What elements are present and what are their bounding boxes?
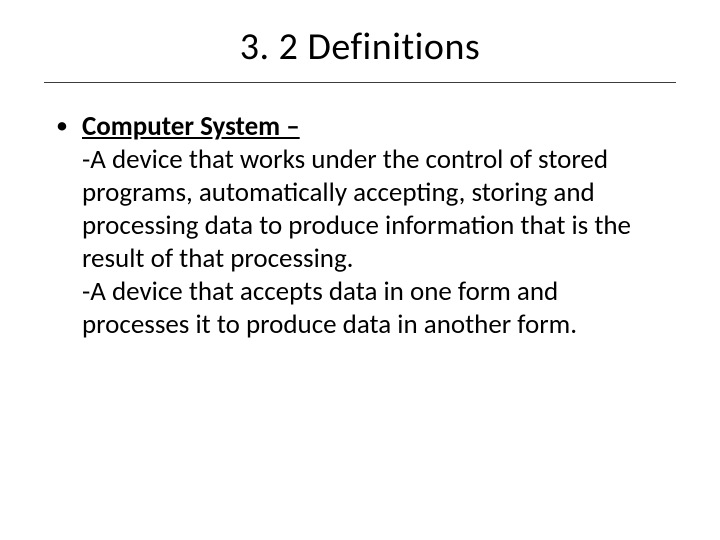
slide-title: 3. 2 Definitions — [44, 18, 676, 83]
definition-line: -A device that works under the control o… — [82, 144, 666, 276]
slide: 3. 2 Definitions Computer System – -A de… — [0, 0, 720, 540]
term-heading: Computer System – — [82, 110, 300, 143]
list-item: Computer System – -A device that works u… — [54, 111, 666, 342]
body-list: Computer System – -A device that works u… — [40, 111, 680, 342]
definition-line: -A device that accepts data in one form … — [82, 276, 666, 342]
